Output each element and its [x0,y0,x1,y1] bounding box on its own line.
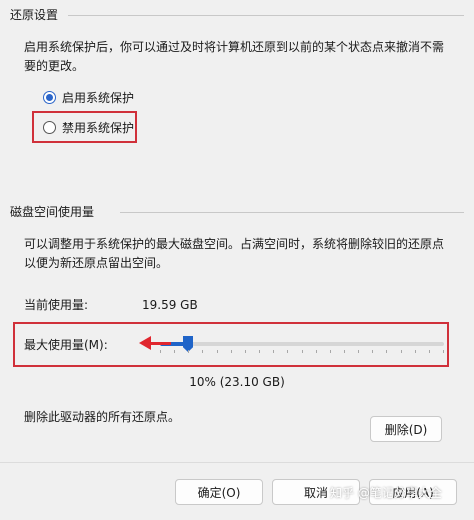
enable-protection-radio[interactable] [43,91,56,104]
enable-protection-option[interactable]: 启用系统保护 [43,89,134,106]
slider-tick [188,350,189,353]
ok-button[interactable]: 确定(O) [175,479,263,505]
slider-tick [231,350,232,353]
disable-protection-option[interactable]: 禁用系统保护 [43,119,134,136]
slider-tick [443,350,444,353]
arrow-line [149,342,171,345]
slider-tick [202,350,203,353]
slider-tick [415,350,416,353]
enable-protection-label: 启用系统保护 [62,91,135,105]
slider-tick [316,350,317,353]
current-usage-value: 19.59 GB [142,298,198,312]
disable-protection-radio[interactable] [43,121,56,134]
disable-protection-label: 禁用系统保护 [62,121,135,135]
max-usage-value: 10% (23.10 GB) [189,375,285,389]
slider-tick [358,350,359,353]
restore-group-divider [68,15,464,16]
slider-tick [273,350,274,353]
slider-tick [401,350,402,353]
restore-description: 启用系统保护后，你可以通过及时将计算机还原到以前的某个状态点来撤消不需要的更改。 [24,40,445,73]
slider-tick [287,350,288,353]
current-usage-label: 当前使用量: [24,298,89,312]
slider-tick [386,350,387,353]
slider-tick [245,350,246,353]
slider-tick [160,350,161,353]
footer-divider [0,462,474,463]
slider-tick [344,350,345,353]
slider-track [160,342,444,346]
disk-group-divider [120,212,464,213]
disk-description: 可以调整用于系统保护的最大磁盘空间。占满空间时，系统将删除较旧的还原点以便为新还… [24,237,445,270]
slider-tick [429,350,430,353]
restore-group-title: 还原设置 [10,6,65,23]
disk-group-title: 磁盘空间使用量 [10,203,101,220]
slider-tick [259,350,260,353]
delete-description: 删除此驱动器的所有还原点。 [24,410,181,424]
max-usage-label: 最大使用量(M): [24,338,108,352]
red-arrow-annotation [139,336,171,350]
watermark: 知乎 @笔记分享大全 [330,486,442,500]
slider-tick [372,350,373,353]
slider-tick [217,350,218,353]
slider-tick [302,350,303,353]
delete-button[interactable]: 删除(D) [370,416,442,442]
max-usage-slider[interactable] [160,336,444,360]
slider-tick [174,350,175,353]
slider-tick [330,350,331,353]
